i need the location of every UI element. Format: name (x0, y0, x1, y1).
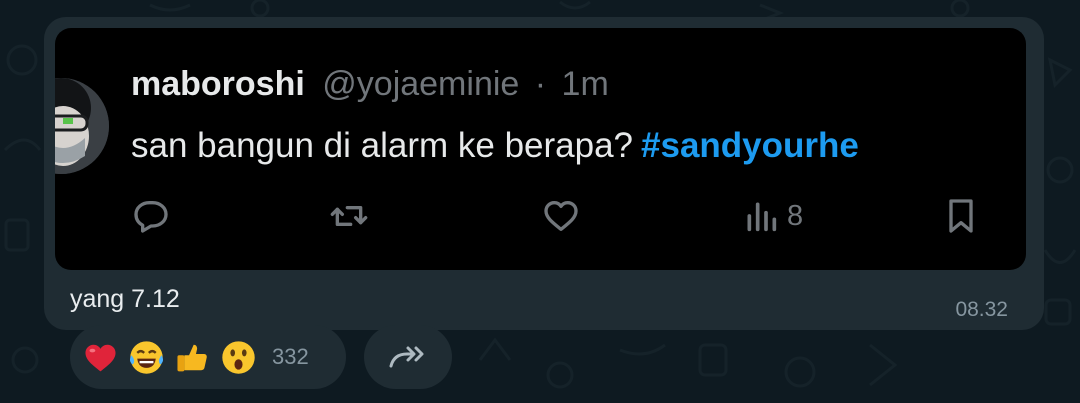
reactions-bar[interactable]: 332 (70, 325, 346, 389)
separator-dot: · (534, 65, 547, 103)
bookmark-button[interactable] (941, 196, 981, 236)
tweet-time: 1m (561, 65, 609, 103)
message-timestamp: 08.32 (955, 298, 1008, 321)
tears-of-joy-emoji-icon[interactable] (128, 339, 165, 376)
forward-button[interactable] (364, 325, 452, 389)
retweet-icon (330, 206, 368, 226)
tweet-header: maboroshi @yojaeminie · 1m (131, 64, 609, 104)
thumbs-up-emoji-icon[interactable] (174, 339, 211, 376)
heart-emoji-icon[interactable] (82, 339, 119, 376)
views-icon (747, 202, 777, 232)
tweet-screenshot[interactable]: maboroshi @yojaeminie · 1m san bangun di… (55, 28, 1026, 270)
display-name[interactable]: maboroshi (131, 65, 305, 103)
reply-button[interactable] (131, 196, 171, 236)
astonished-emoji-icon[interactable] (220, 339, 257, 376)
message-caption: yang 7.12 (70, 285, 180, 313)
like-icon (544, 201, 578, 231)
reply-icon (134, 201, 168, 233)
retweet-button[interactable] (329, 196, 369, 236)
hashtag-link[interactable]: #sandyourhe (641, 126, 859, 165)
reaction-count: 332 (272, 344, 309, 369)
views-button[interactable]: 8 (741, 196, 803, 236)
user-handle[interactable]: @yojaeminie (322, 65, 519, 103)
tweet-text: san bangun di alarm ke berapa? #sandyourh… (131, 124, 859, 168)
tweet-body: san bangun di alarm ke berapa? (131, 126, 634, 165)
forward-icon (389, 346, 424, 368)
tweet-actions: 8 (131, 196, 991, 236)
message-bubble[interactable]: maboroshi @yojaeminie · 1m san bangun di… (44, 17, 1044, 330)
avatar (55, 78, 109, 174)
like-button[interactable] (541, 196, 581, 236)
bookmark-icon (949, 199, 973, 233)
views-count: 8 (787, 199, 804, 232)
